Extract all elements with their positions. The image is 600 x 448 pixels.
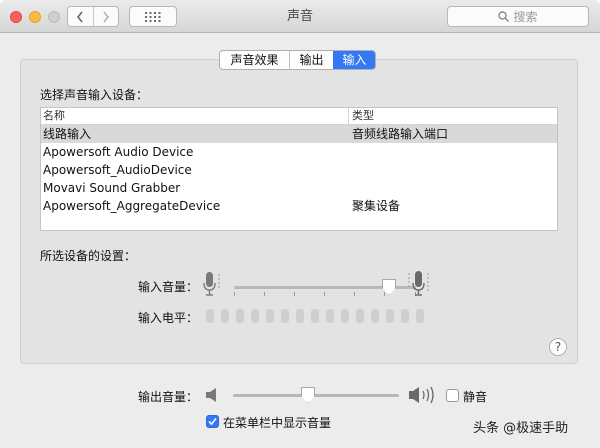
device-name: Apowersoft_AggregateDevice <box>43 199 221 213</box>
input-level-meter <box>206 309 424 323</box>
device-type <box>349 179 352 197</box>
device-name: Movavi Sound Grabber <box>43 181 181 195</box>
level-segment <box>221 309 229 323</box>
output-volume-label: 输出音量： <box>138 390 199 404</box>
level-segment <box>326 309 334 323</box>
show-volume-in-menubar-checkbox[interactable] <box>206 415 219 428</box>
tab-input[interactable]: 输入 <box>333 51 375 69</box>
slider-tick <box>264 292 265 296</box>
device-name: 线路输入 <box>43 127 92 141</box>
watermark-text: 头条 @极速手助 <box>473 421 569 436</box>
help-icon: ? <box>554 340 562 354</box>
slider-tick <box>324 292 325 296</box>
slider-tick <box>354 292 355 296</box>
back-button[interactable] <box>68 7 93 26</box>
level-segment <box>371 309 379 323</box>
level-segment <box>356 309 364 323</box>
output-volume-track <box>233 394 399 397</box>
select-input-device-label: 选择声音输入设备： <box>40 88 149 102</box>
help-button[interactable]: ? <box>549 338 567 356</box>
mute-checkbox[interactable] <box>446 389 459 402</box>
selected-device-settings-label: 所选设备的设置： <box>40 249 137 263</box>
navigation-buttons <box>67 6 119 27</box>
checkmark-icon <box>208 417 217 426</box>
input-level-label: 输入电平： <box>138 311 199 325</box>
level-segment <box>281 309 289 323</box>
sound-preferences-window: 声音 搜索 声音效果 输出 输入 选择声音输入设备： 名称 类型 线路输入 音频… <box>0 0 600 448</box>
table-header: 名称 类型 <box>41 108 557 125</box>
level-segment <box>311 309 319 323</box>
table-row[interactable]: Apowersoft_AggregateDevice 聚集设备 <box>41 197 557 215</box>
forward-chevron-icon <box>103 11 109 22</box>
table-row[interactable]: Apowersoft_AudioDevice <box>41 161 557 179</box>
search-field[interactable]: 搜索 <box>447 6 589 27</box>
input-device-table: 名称 类型 线路输入 音频线路输入端口 Apowersoft Audio Dev… <box>40 107 558 231</box>
search-icon <box>498 11 510 22</box>
level-segment <box>341 309 349 323</box>
search-placeholder: 搜索 <box>513 10 538 24</box>
level-segment <box>401 309 409 323</box>
table-row[interactable]: Apowersoft Audio Device <box>41 143 557 161</box>
column-header-type[interactable]: 类型 <box>349 108 374 124</box>
tab-output[interactable]: 输出 <box>289 51 333 69</box>
microphone-high-icon <box>408 271 429 296</box>
input-volume-label: 输入音量： <box>138 280 199 294</box>
table-row[interactable]: 线路输入 音频线路输入端口 <box>41 125 557 143</box>
grid-icon <box>145 11 161 22</box>
forward-button[interactable] <box>92 7 119 26</box>
show-all-button[interactable] <box>129 6 177 27</box>
device-type <box>349 143 352 161</box>
mute-label: 静音 <box>463 390 488 404</box>
back-chevron-icon <box>77 11 83 22</box>
sound-tabs: 声音效果 输出 输入 <box>219 50 376 70</box>
level-segment <box>236 309 244 323</box>
table-row[interactable]: Movavi Sound Grabber <box>41 179 557 197</box>
slider-tick <box>294 292 295 296</box>
level-segment <box>416 309 424 323</box>
device-name: Apowersoft_AudioDevice <box>43 163 192 177</box>
input-volume-slider[interactable] <box>234 278 416 298</box>
device-type: 音频线路输入端口 <box>352 127 449 141</box>
speaker-low-icon <box>206 388 216 402</box>
level-segment <box>296 309 304 323</box>
slider-tick <box>234 292 235 296</box>
level-segment <box>206 309 214 323</box>
output-volume-knob[interactable] <box>301 387 315 403</box>
tab-sound-effects[interactable]: 声音效果 <box>220 51 289 69</box>
show-volume-in-menubar-label: 在菜单栏中显示音量 <box>223 416 332 430</box>
close-window-button[interactable] <box>10 11 22 23</box>
title-bar: 声音 搜索 <box>0 0 600 33</box>
slider-tick <box>384 292 385 296</box>
speaker-high-icon <box>409 386 434 404</box>
level-segment <box>251 309 259 323</box>
device-name: Apowersoft Audio Device <box>43 145 194 159</box>
column-header-name[interactable]: 名称 <box>41 108 349 124</box>
minimize-window-button[interactable] <box>29 11 41 23</box>
level-segment <box>386 309 394 323</box>
device-type <box>349 161 352 179</box>
level-segment <box>266 309 274 323</box>
zoom-window-button[interactable] <box>48 11 60 23</box>
device-type: 聚集设备 <box>352 199 401 213</box>
output-volume-slider[interactable] <box>233 386 399 406</box>
microphone-low-icon <box>203 272 220 296</box>
